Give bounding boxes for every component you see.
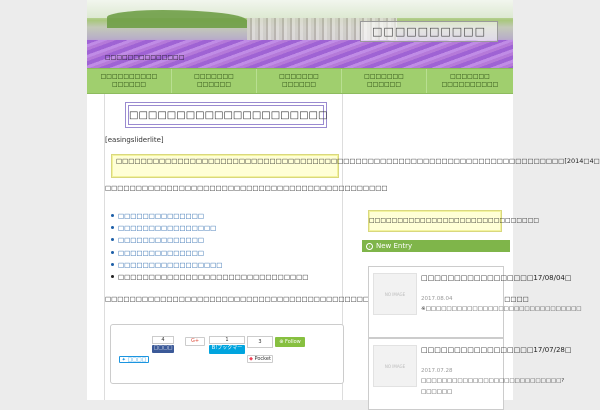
- lead-text: □□□□□□□□□□□□□□□□□□□□□□□□□□□□□□□□□□□□□□□□…: [105, 184, 388, 192]
- site-title-link[interactable]: □□□□□□□□□□: [360, 21, 498, 42]
- share-buttons-box: ✦ □□□□ 4 □□□□ G+ 1 B!ブックマー 3 ◆ Pocket ⊕ …: [110, 324, 344, 384]
- nav-item-5[interactable]: □□□□□□□ □□□□□□□□□□: [427, 69, 513, 93]
- feedly-icon: ⊕: [279, 339, 284, 345]
- sidebar-notice-box: □□□□□□□□□□□□□□□□□□□□□□□□□□□□□□: [368, 210, 539, 232]
- link-list-item-5[interactable]: □□□□□□□□□□□□□□□□□: [111, 261, 336, 273]
- body-text: □□□□□□□□□□□□□□□□□□□□□□□□□□□□□□□□□□□□□□□□…: [105, 295, 529, 303]
- google-plus-button[interactable]: G+: [185, 337, 205, 346]
- entry-1-excerpt: ※□□□□□□□□□□□□□□□□□□□□□□□□□□□□□□: [421, 306, 582, 312]
- post-title-box: □□□□□□□□□□□□□□□□□□□□□: [125, 102, 327, 128]
- tweet-label: □□□□: [127, 357, 147, 363]
- entry-2-title[interactable]: □□□□□□□□□□□□□□□□□17/07/28□: [421, 345, 572, 356]
- hatena-count: 1: [209, 336, 245, 344]
- notice-box: □□□□□□□□□□□□□□□□□□□□□□□□□□□□□□□□□□□□□□□□…: [111, 154, 600, 178]
- page-container: □□□□□□□□□□ □□□□□□□□□□□□□□ □□□□□□□□□□ □□□…: [87, 0, 600, 410]
- entry-1-date: 2017.08.04: [421, 296, 453, 302]
- nav-item-3[interactable]: □□□□□□□ □□□□□□: [257, 69, 342, 93]
- nav-item-4[interactable]: □□□□□□□ □□□□□□: [342, 69, 427, 93]
- main-content: □□□□□□□□□□□□□□□□□□□□□ [easingsliderlite]…: [104, 94, 600, 400]
- entry-2-date: 2017.07.28: [421, 368, 453, 374]
- site-subtitle: □□□□□□□□□□□□□□: [105, 54, 185, 61]
- link-list: □□□□□□□□□□□□□□ □□□□□□□□□□□□□□□□ □□□□□□□□…: [111, 212, 336, 285]
- google-plus-label: G+: [190, 338, 200, 344]
- sidebar-entry-1[interactable]: NO IMAGE □□□□□□□□□□□□□□□□□17/08/04□ 2017…: [368, 266, 582, 338]
- facebook-like-button[interactable]: □□□□: [152, 345, 174, 353]
- nav-item-2-line1: □□□□□□□: [194, 73, 234, 80]
- link-list-item-3[interactable]: □□□□□□□□□□□□□□: [111, 236, 336, 248]
- nav-item-5-line1: □□□□□□□: [450, 73, 490, 80]
- facebook-like-label: □□□□: [153, 345, 173, 351]
- list-item-plain: □□□□□□□□□□□□□□□□□□□□□□□□□□□□□□□: [111, 273, 336, 285]
- entry-2-excerpt: □□□□□□□□□□□□□□□□□□□□□□□□□□□?□□□□□□: [421, 378, 565, 395]
- link-list-item-2[interactable]: □□□□□□□□□□□□□□□□: [111, 224, 336, 236]
- global-nav: □□□□□□□□□□ □□□□□□ □□□□□□□ □□□□□□ □□□□□□□…: [87, 68, 513, 94]
- feedly-follow-button[interactable]: ⊕ Follow: [275, 337, 305, 347]
- post-title: □□□□□□□□□□□□□□□□□□□□□: [128, 105, 327, 125]
- nav-item-4-line2: □□□□□□: [366, 81, 401, 88]
- sidebar-entry-2[interactable]: NO IMAGE □□□□□□□□□□□□□□□□□17/07/28□ 2017…: [368, 338, 572, 410]
- nav-item-2[interactable]: □□□□□□□ □□□□□□: [172, 69, 257, 93]
- entry-1-thumbnail[interactable]: NO IMAGE: [373, 273, 417, 315]
- nav-item-3-line1: □□□□□□□: [279, 73, 319, 80]
- tweet-button[interactable]: ✦ □□□□: [119, 356, 149, 363]
- nav-item-1-line1: □□□□□□□□□□: [100, 73, 158, 80]
- twitter-bird-icon: ✦: [121, 357, 126, 363]
- new-entry-heading-label: New Entry: [376, 242, 413, 250]
- entry-1-title[interactable]: □□□□□□□□□□□□□□□□□17/08/04□: [421, 273, 572, 284]
- chevron-right-icon: ›: [366, 242, 373, 250]
- hatena-bookmark-label: B!ブックマー: [211, 345, 243, 351]
- pocket-button[interactable]: ◆ Pocket: [247, 355, 273, 363]
- feedly-follow-label: Follow: [285, 339, 301, 345]
- header-banner: □□□□□□□□□□ □□□□□□□□□□□□□□: [87, 0, 513, 68]
- banner-trees: [107, 10, 247, 28]
- link-list-item-1[interactable]: □□□□□□□□□□□□□□: [111, 212, 336, 224]
- facebook-count: 4: [152, 336, 174, 344]
- slider-shortcode: [easingsliderlite]: [105, 136, 164, 144]
- pocket-icon: ◆: [249, 356, 253, 362]
- nav-item-1[interactable]: □□□□□□□□□□ □□□□□□: [87, 69, 172, 93]
- new-entry-heading: › New Entry: [362, 240, 510, 252]
- hatena-bookmark-button[interactable]: B!ブックマー: [209, 345, 245, 354]
- nav-item-4-line1: □□□□□□□: [364, 73, 404, 80]
- entry-2-thumbnail[interactable]: NO IMAGE: [373, 345, 417, 387]
- nav-item-5-line2: □□□□□□□□□□: [441, 81, 499, 88]
- pocket-label: Pocket: [254, 356, 271, 362]
- nav-item-2-line2: □□□□□□: [196, 81, 231, 88]
- pocket-count: 3: [247, 336, 273, 348]
- link-list-item-4[interactable]: □□□□□□□□□□□□□□: [111, 249, 336, 261]
- nav-item-1-line2: □□□□□□: [111, 81, 146, 88]
- sidebar: □□□□□□□□□□□□□□□□□□□□□□□□□□□□□□ › New Ent…: [362, 94, 582, 410]
- nav-item-3-line2: □□□□□□: [281, 81, 316, 88]
